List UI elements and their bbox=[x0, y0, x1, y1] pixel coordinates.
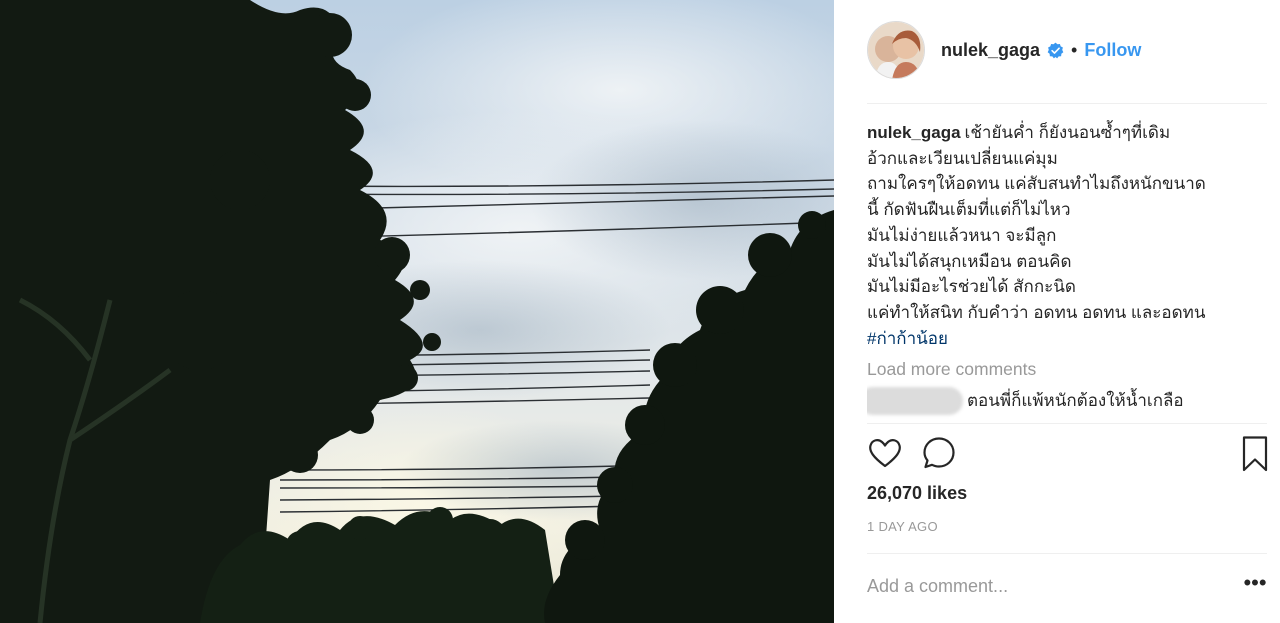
add-comment-input[interactable] bbox=[867, 572, 1237, 600]
heart-icon[interactable] bbox=[867, 435, 905, 475]
caption-line: มันไม่ได้สนุกเหมือน ตอนคิด bbox=[867, 251, 1072, 271]
verified-badge-icon bbox=[1047, 42, 1064, 59]
follow-button[interactable]: Follow bbox=[1084, 40, 1141, 61]
post-timestamp[interactable]: 1 DAY AGO bbox=[867, 519, 938, 534]
caption-line: อ้วกและเวียนเปลี่ยนแค่มุม bbox=[867, 148, 1058, 168]
blurred-commenter-name bbox=[867, 387, 963, 416]
actions-divider bbox=[867, 423, 1267, 424]
avatar[interactable] bbox=[867, 21, 925, 79]
caption-line: ถามใครๆให้อดทน แค่สับสนทำไมถึงหนักขนาด bbox=[867, 174, 1206, 194]
header-divider bbox=[867, 103, 1267, 104]
post-photo[interactable] bbox=[0, 0, 834, 623]
caption-line: มันไม่มีอะไรช่วยได้ สักกะนิด bbox=[867, 277, 1076, 297]
landscape-photo bbox=[0, 0, 834, 623]
comments-section[interactable]: nulek_gaga เช้ายันค่ำ ก็ยังนอนซ้ำๆที่เดิม… bbox=[867, 120, 1272, 423]
separator-dot: • bbox=[1071, 39, 1078, 60]
caption-line: นี้ กัดฟันฝืนเต็มที่แต่ก็ไม่ไหว bbox=[867, 200, 1071, 220]
post-actions bbox=[867, 435, 1268, 475]
more-options-button[interactable]: ••• bbox=[1240, 572, 1270, 600]
author-username[interactable]: nulek_gaga bbox=[941, 40, 1040, 61]
comment-text: ตอนพี่ก็แพ้หนักต้องให้น้ำเกลือ bbox=[967, 391, 1184, 411]
comment-input-divider bbox=[867, 553, 1267, 554]
likes-count[interactable]: 26,070 likes bbox=[867, 483, 967, 504]
caption-hashtag[interactable]: #ก่าก้าน้อย bbox=[867, 326, 1272, 352]
load-more-comments-button[interactable]: Load more comments bbox=[867, 355, 1272, 383]
comment-bubble-icon[interactable] bbox=[921, 435, 959, 475]
caption-username[interactable]: nulek_gaga bbox=[867, 123, 961, 142]
post-side-panel: nulek_gaga • Follow nulek_gaga เช้ายันค่ำ… bbox=[834, 0, 1280, 623]
post-caption: nulek_gaga เช้ายันค่ำ ก็ยังนอนซ้ำๆที่เดิม… bbox=[867, 120, 1272, 351]
comment-item: ตอนพี่ก็แพ้หนักต้องให้น้ำเกลือ bbox=[867, 387, 1272, 416]
post-header: nulek_gaga • Follow bbox=[867, 20, 1267, 80]
bookmark-icon[interactable] bbox=[1237, 435, 1275, 475]
caption-line: เช้ายันค่ำ ก็ยังนอนซ้ำๆที่เดิม bbox=[964, 123, 1171, 142]
caption-line: มันไม่ง่ายแล้วหนา จะมีลูก bbox=[867, 225, 1057, 245]
caption-line: แค่ทำให้สนิท กับคำว่า อดทน อดทน และอดทน bbox=[867, 302, 1206, 322]
